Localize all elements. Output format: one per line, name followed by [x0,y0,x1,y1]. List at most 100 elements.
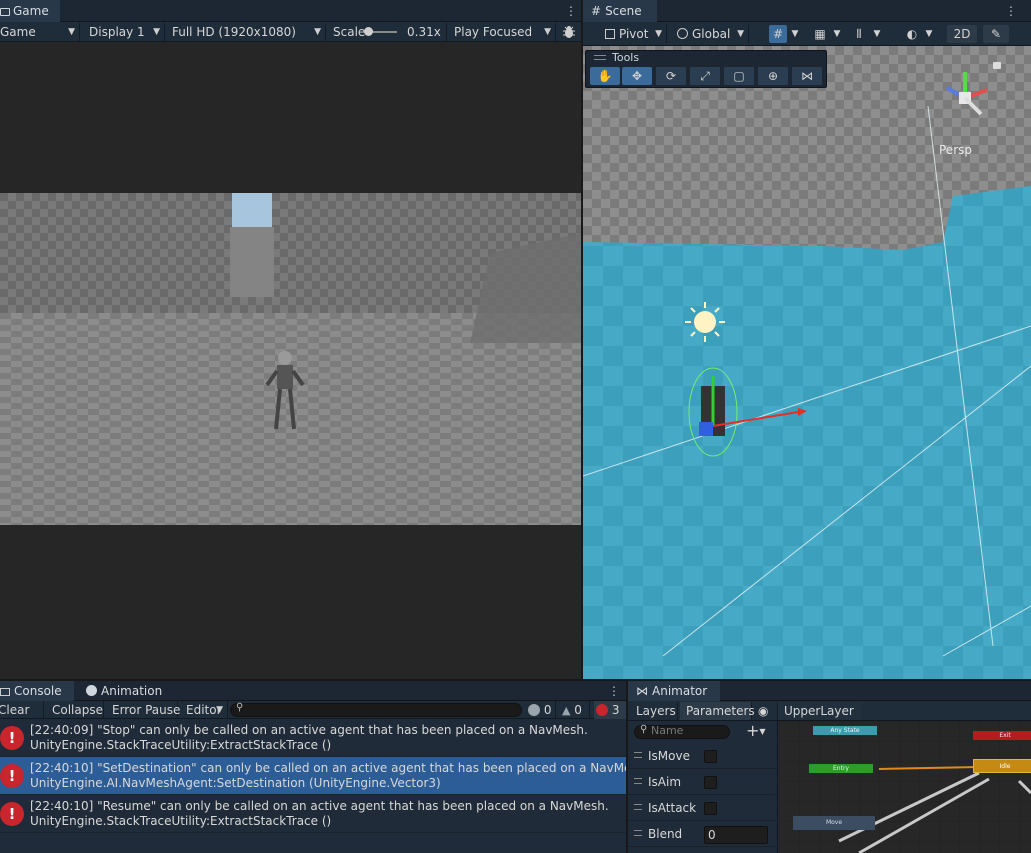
debug-bug-icon[interactable] [558,23,580,41]
transform-tool-icon[interactable]: ⊕ [758,67,788,85]
tools-overlay-grip[interactable] [594,55,606,60]
log-count: 0 [543,703,552,717]
layer-breadcrumb-label: UpperLayer [784,704,854,718]
custom-tool-icon[interactable]: ⋈ [792,67,822,85]
chevron-down-icon[interactable]: ▼ [923,25,935,43]
parameter-name: IsAttack [648,801,697,815]
tab-game[interactable]: Game [0,0,60,22]
console-log-list[interactable]: ! [22:40:09] "Stop" can only be called o… [0,719,626,853]
state-entry[interactable]: Entry [809,764,873,773]
console-entry-selected[interactable]: ! [22:40:10] "SetDestination" can only b… [0,757,626,795]
console-entry-trace: UnityEngine.AI.NavMeshAgent:SetDestinati… [30,776,441,790]
move-tool-icon[interactable]: ✥ [622,67,652,85]
warning-count-toggle[interactable]: ▲ 0 [560,701,590,719]
animator-graph[interactable]: Any State Exit Entry Idle Move [779,721,1031,853]
global-dropdown[interactable]: Global ▼ [671,25,749,43]
scene-render [583,46,1031,679]
pivot-dropdown-label: Pivot [619,27,649,41]
console-search-input[interactable]: ⚲ [230,702,522,717]
chevron-down-icon: ▼ [544,27,551,37]
console-tab-menu-icon[interactable]: ⋮ [608,683,620,699]
play-mode-dropdown-label: Play Focused [454,25,533,39]
play-mode-dropdown[interactable]: Play Focused ▼ [448,23,556,41]
error-count-toggle[interactable]: 3 [594,701,626,719]
state-idle[interactable]: Idle [973,759,1031,773]
state-any-state[interactable]: Any State [813,726,877,735]
chevron-down-icon[interactable]: ▼ [871,25,883,43]
increment-snap-icon[interactable]: ⫴ [849,25,869,43]
state-move[interactable]: Move [793,816,875,830]
pivot-dropdown[interactable]: Pivot ▼ [599,25,667,43]
parameters-tab[interactable]: Parameters [680,702,755,720]
chevron-down-icon[interactable]: ▼ [831,25,843,43]
2d-mode-button[interactable]: 2D [947,25,977,43]
scale-value: 0.31x [407,25,441,39]
lighting-toggle-icon[interactable]: ✎ [983,25,1009,43]
scale-tool-icon[interactable]: ⤢ [690,67,720,85]
layers-tab[interactable]: Layers [630,702,678,720]
drag-handle-icon[interactable] [634,804,642,810]
console-toolbar: Clear Collapse Error Pause Editor ▼ ⚲ 0 ▲… [0,701,626,719]
eye-icon[interactable]: ◉ [754,702,778,720]
tab-scene[interactable]: # Scene [583,0,657,22]
add-parameter-button[interactable]: +▼ [746,721,774,741]
shading-mode-icon[interactable]: ◐ [903,25,921,43]
clear-button[interactable]: Clear [0,701,44,719]
warning-count: 0 [574,703,582,717]
chevron-down-icon[interactable]: ▼ [789,25,801,43]
grid-snap-icon[interactable]: # [769,25,787,43]
console-tabbar: Console Animation ⋮ [0,681,626,701]
scale-slider[interactable] [364,27,397,36]
error-pause-button[interactable]: Error Pause [106,701,180,719]
console-entry[interactable]: ! [22:40:10] "Resume" can only be called… [0,795,626,833]
chevron-down-icon: ▼ [314,27,321,37]
log-count-toggle[interactable]: 0 [526,701,556,719]
tab-animator[interactable]: ⋈ Animator [628,681,720,701]
rect-tool-icon[interactable]: ▢ [724,67,754,85]
drag-handle-icon[interactable] [634,830,642,836]
game-viewport[interactable] [0,42,581,679]
tab-animation[interactable]: Animation [78,681,168,701]
drag-handle-icon[interactable] [634,778,642,784]
rotate-tool-icon[interactable]: ⟳ [656,67,686,85]
error-count: 3 [611,703,620,717]
parameter-search-placeholder: Name [651,724,684,737]
tools-overlay: Tools ✋ ✥ ⟳ ⤢ ▢ ⊕ ⋈ [585,50,827,88]
parameter-row[interactable]: IsAim [628,771,775,795]
chevron-down-icon: ▼ [216,705,223,715]
console-entry[interactable]: ! [22:40:09] "Stop" can only be called o… [0,719,626,757]
parameter-float-field[interactable]: 0 [704,826,768,844]
tab-console[interactable]: Console [0,681,74,701]
drag-handle-icon[interactable] [634,752,642,758]
game-view-dropdown[interactable]: Game ▼ [0,23,80,41]
scene-viewport[interactable]: Tools ✋ ✥ ⟳ ⤢ ▢ ⊕ ⋈ Persp [583,46,1031,679]
error-icon: ! [0,726,24,750]
parameter-row[interactable]: Blend 0 [628,823,775,847]
parameter-checkbox[interactable] [704,750,717,763]
game-tab-menu-icon[interactable]: ⋮ [565,3,577,19]
collapse-button[interactable]: Collapse [46,701,104,719]
display-dropdown[interactable]: Display 1 ▼ [83,23,165,41]
parameter-checkbox[interactable] [704,802,717,815]
animation-clock-icon [86,685,97,696]
state-exit[interactable]: Exit [973,731,1031,740]
resolution-dropdown[interactable]: Full HD (1920x1080) ▼ [166,23,326,41]
globe-icon [677,28,688,39]
parameter-checkbox[interactable] [704,776,717,789]
animator-graph-grid [779,721,1031,853]
chevron-down-icon: ▼ [759,727,766,736]
scale-slider-thumb[interactable] [364,27,373,36]
chevron-down-icon: ▼ [737,29,744,39]
grid-visibility-icon[interactable]: ▦ [811,25,829,43]
scene-tab-menu-icon[interactable]: ⋮ [1005,3,1017,19]
parameter-search-input[interactable]: ⚲ Name [634,724,730,739]
parameters-tab-label: Parameters [686,704,755,718]
orientation-gizmo[interactable] [935,66,995,126]
hand-tool-icon[interactable]: ✋ [590,67,620,85]
layer-breadcrumb[interactable]: UpperLayer [778,702,862,720]
lock-icon[interactable] [993,62,1001,69]
editor-dropdown[interactable]: Editor ▼ [180,701,228,719]
camera-mode-label[interactable]: Persp [939,143,972,157]
parameter-row[interactable]: IsAttack [628,797,775,821]
parameter-row[interactable]: IsMove [628,745,775,769]
